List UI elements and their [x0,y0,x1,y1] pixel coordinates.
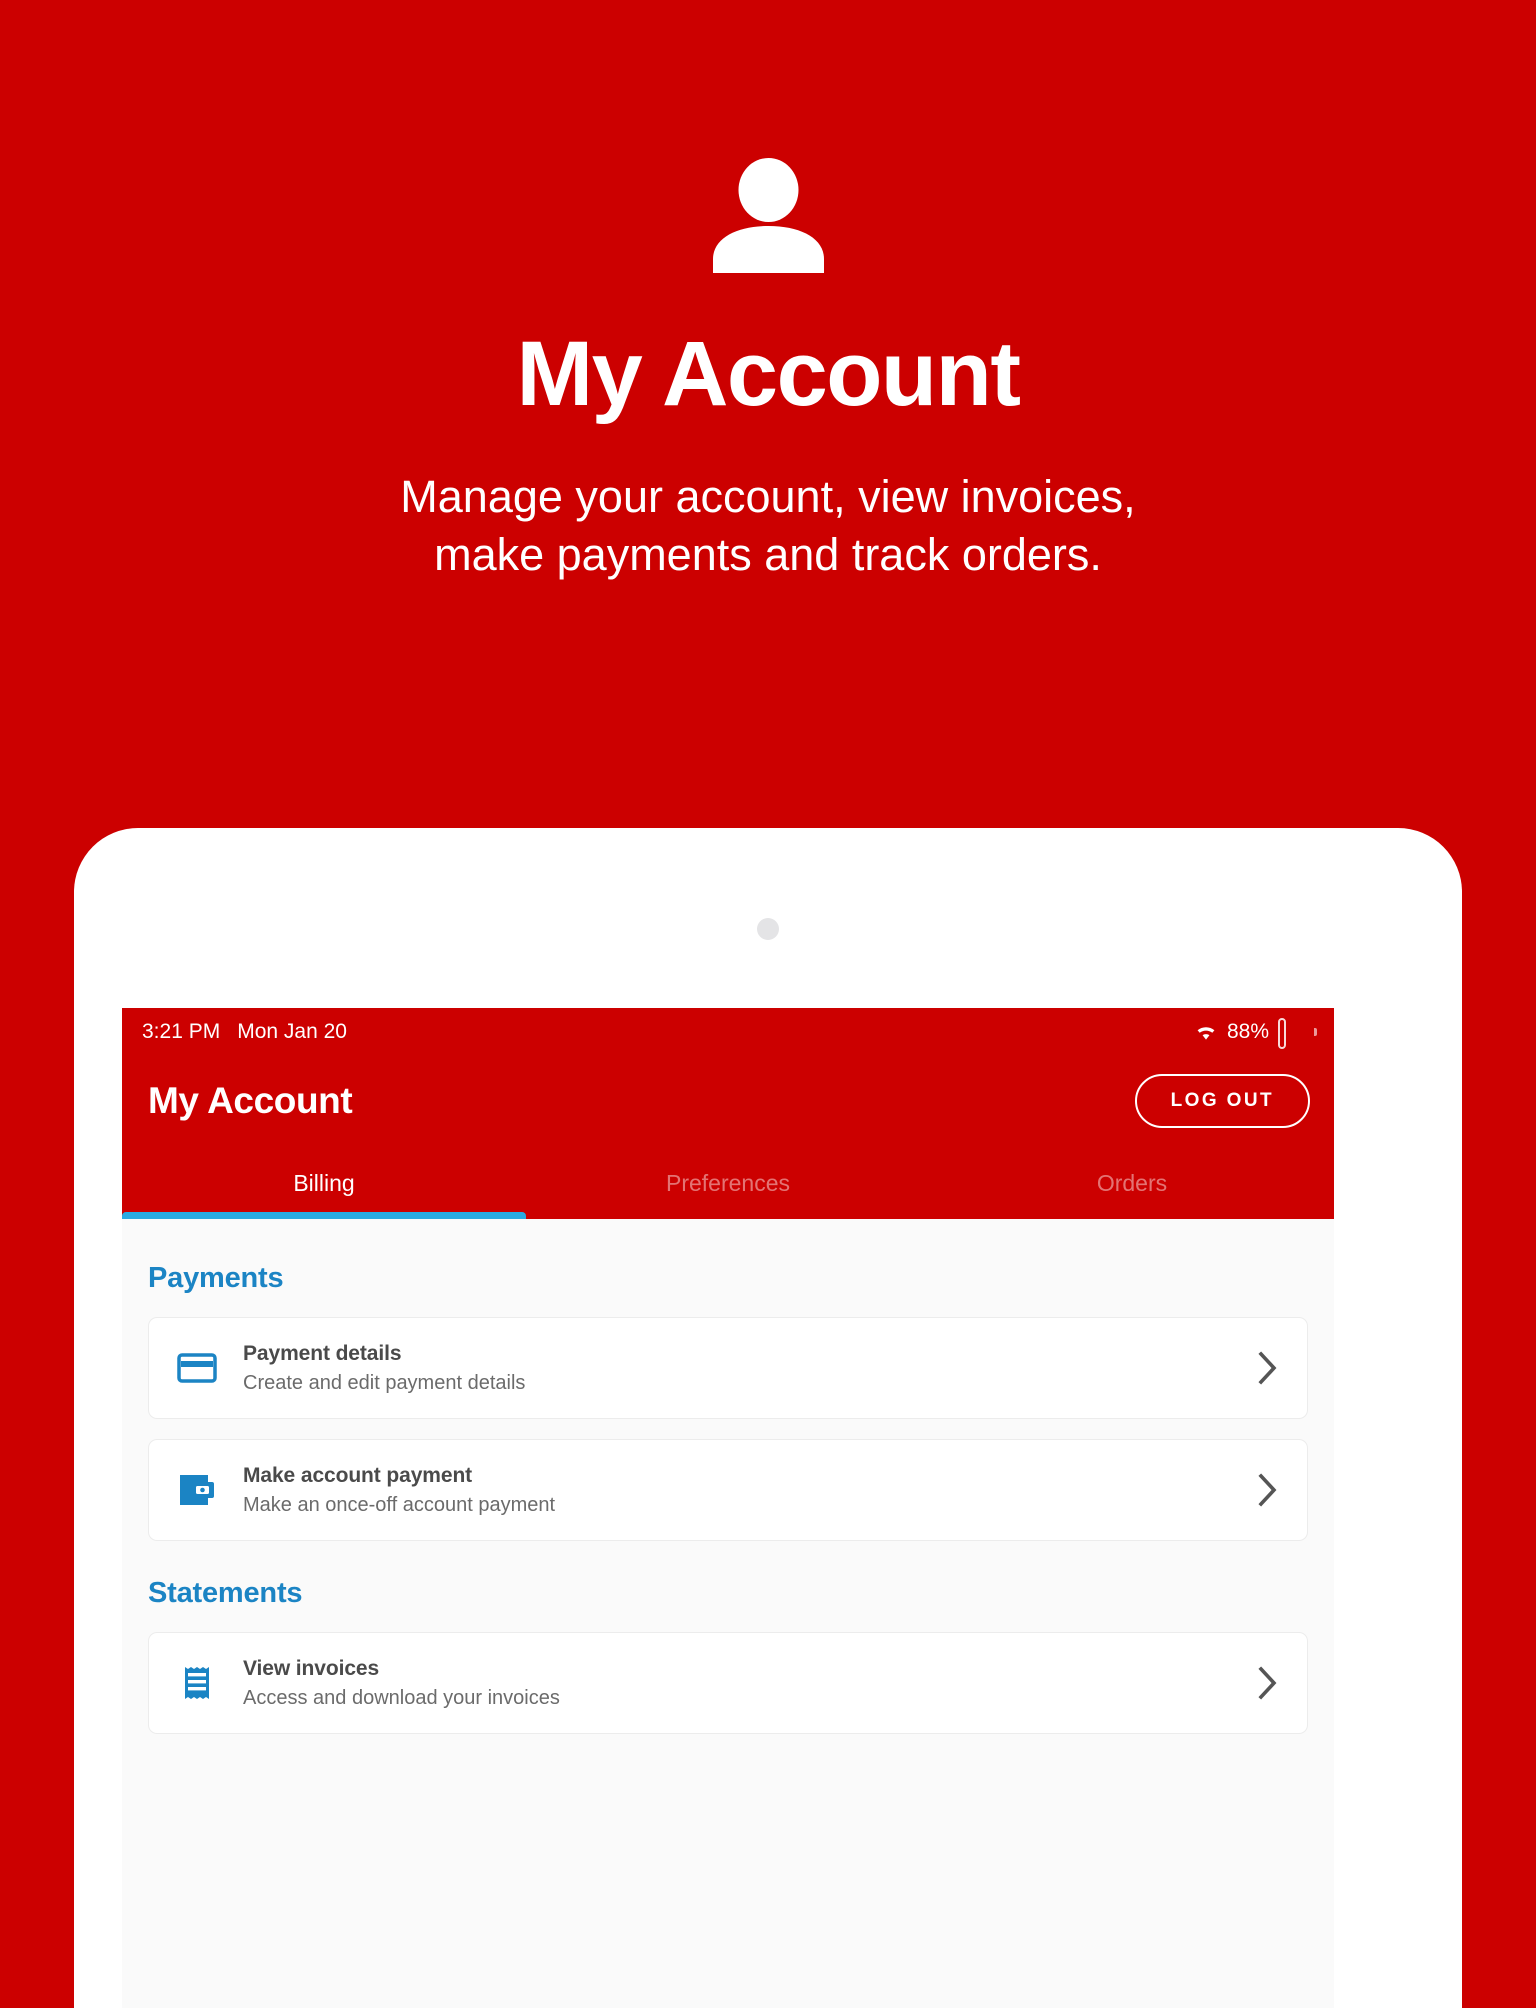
tab-billing[interactable]: Billing [122,1147,526,1219]
chevron-right-icon[interactable] [1257,1351,1279,1385]
tablet-device-mockup: 3:21 PM Mon Jan 20 88% My Account LOG OU… [74,828,1462,2008]
hero-subtitle: Manage your account, view invoices, make… [400,468,1135,583]
battery-full-icon [1278,1017,1317,1049]
chevron-right-icon[interactable] [1257,1666,1279,1700]
card-payment-details[interactable]: Payment details Create and edit payment … [148,1317,1308,1419]
card-title: View invoices [243,1656,380,1680]
billing-content: Payments Payment details Create and edit… [122,1219,1334,2008]
hero-banner: My Account Manage your account, view inv… [0,0,1536,830]
card-description: Access and download your invoices [243,1686,560,1709]
status-bar: 3:21 PM Mon Jan 20 88% [122,1008,1334,1055]
hero-subtitle-line-1: Manage your account, view invoices, [400,471,1136,522]
credit-card-icon [173,1352,221,1384]
status-time: 3:21 PM [142,1019,221,1043]
card-description: Create and edit payment details [243,1371,526,1394]
wallet-icon [173,1473,221,1507]
tab-preferences[interactable]: Preferences [526,1147,930,1219]
hero-title: My Account [516,323,1021,425]
wifi-icon [1197,1027,1215,1040]
tab-bar: Billing Preferences Orders [122,1147,1334,1219]
card-title: Payment details [243,1341,402,1365]
card-view-invoices[interactable]: View invoices Access and download your i… [148,1632,1308,1734]
tab-preferences-label: Preferences [665,1169,790,1196]
status-bar-right: 88% [1194,1017,1317,1049]
chevron-right-icon[interactable] [1257,1473,1279,1507]
card-text: Payment details Create and edit payment … [243,1342,1257,1395]
tab-orders[interactable]: Orders [930,1147,1334,1219]
battery-percent-label: 88% [1226,1019,1269,1043]
page-title: My Account [148,1080,353,1121]
app-header: My Account LOG OUT [122,1055,1334,1147]
card-title: Make account payment [243,1463,473,1487]
card-text: Make account payment Make an once-off ac… [243,1464,1257,1517]
tab-orders-label: Orders [1096,1169,1168,1196]
hero-subtitle-line-2: make payments and track orders. [434,528,1102,580]
status-date: Mon Jan 20 [237,1019,347,1043]
section-title-payments: Payments [148,1262,284,1294]
person-avatar-icon [712,158,824,273]
section-title-statements: Statements [148,1577,303,1609]
card-text: View invoices Access and download your i… [243,1657,1257,1710]
status-bar-left: 3:21 PM Mon Jan 20 [142,1020,347,1044]
invoice-receipt-icon [173,1665,221,1701]
log-out-button[interactable]: LOG OUT [1134,1074,1310,1128]
camera-dot-icon [757,918,779,940]
card-description: Make an once-off account payment [243,1493,556,1516]
tab-billing-label: Billing [293,1169,355,1196]
device-screen: 3:21 PM Mon Jan 20 88% My Account LOG OU… [122,1008,1334,2008]
card-make-account-payment[interactable]: Make account payment Make an once-off ac… [148,1439,1308,1541]
